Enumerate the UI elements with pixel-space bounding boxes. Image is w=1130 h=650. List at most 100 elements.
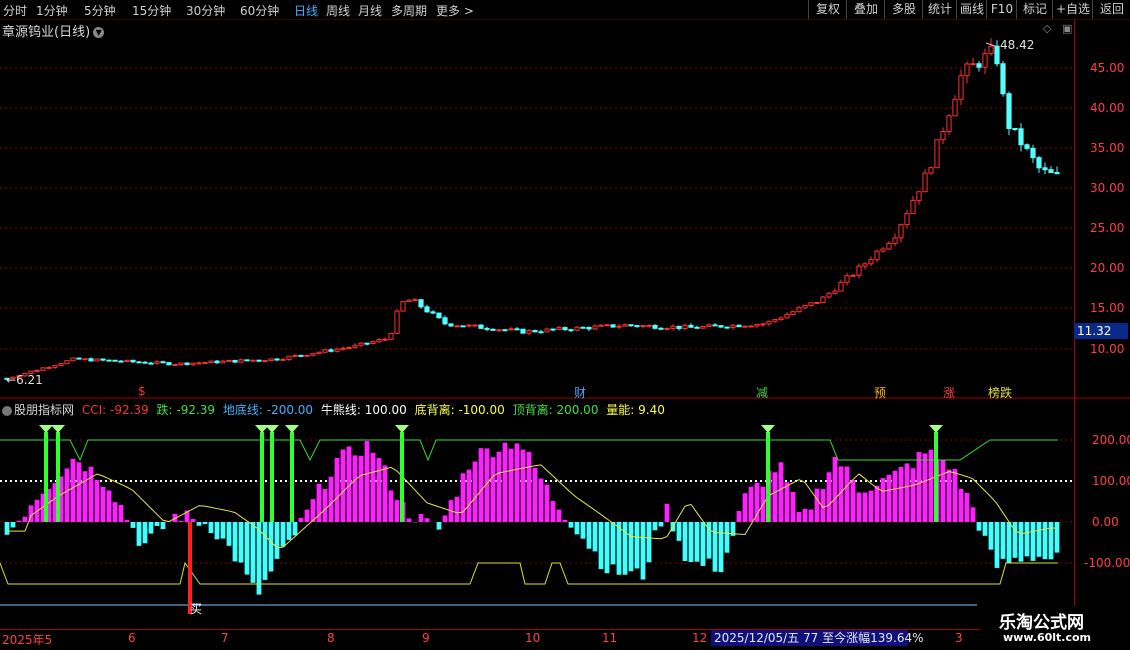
candle-body	[988, 45, 994, 55]
fq-button[interactable]: 复权	[808, 0, 847, 19]
diamond-icon[interactable]: ◇	[1043, 22, 1051, 35]
cci-bar	[496, 451, 502, 522]
candle-body	[934, 139, 940, 169]
settings-icon[interactable]	[2, 405, 12, 416]
cci-bar	[196, 522, 202, 526]
cci-bar	[922, 453, 928, 522]
candle-body	[616, 325, 622, 328]
period-tab-multi[interactable]: 多周期	[391, 2, 427, 19]
candle-body	[292, 354, 298, 357]
period-tab-weekly[interactable]: 周线	[326, 2, 350, 19]
cci-bar	[862, 492, 868, 522]
kline-chart[interactable]	[0, 0, 1130, 650]
event-text: 涨	[943, 386, 956, 400]
period-tab-more[interactable]: 更多 >	[436, 2, 474, 19]
cci-bar	[418, 514, 424, 522]
candle-body	[532, 329, 538, 333]
cci-bar	[256, 522, 262, 595]
cci-bar	[742, 493, 748, 522]
cci-bar	[532, 467, 538, 522]
mark-button[interactable]: 标记	[1016, 0, 1053, 19]
candle-body	[136, 361, 142, 364]
cci-bar	[190, 518, 196, 522]
period-tab-60min[interactable]: 60分钟	[240, 2, 279, 19]
cci-bar	[832, 456, 838, 522]
cci-bar	[556, 509, 562, 522]
event-mark-dollar[interactable]: $	[138, 384, 146, 398]
cci-bar	[976, 522, 982, 531]
cci-bar	[178, 520, 184, 522]
cci-bar	[286, 522, 292, 540]
cci-bar	[58, 476, 64, 522]
cci-bar	[136, 522, 142, 546]
add-watchlist-button[interactable]: +自选	[1052, 0, 1093, 19]
candle-body	[250, 359, 256, 362]
cci-bar	[514, 443, 520, 522]
candle-body	[412, 299, 418, 302]
cci-bar	[568, 522, 574, 528]
date-label: 10	[525, 631, 541, 645]
chevron-down-icon[interactable]: ▼	[93, 27, 105, 38]
cci-bar	[622, 522, 628, 575]
indicator-axis-label: 200.00	[1092, 433, 1130, 447]
event-mark-limit-up[interactable]: 涨	[943, 384, 955, 401]
candle-body	[100, 358, 106, 361]
cci-bar	[10, 522, 16, 528]
window-icon[interactable]: ▣	[1062, 22, 1072, 35]
candle-body	[604, 324, 610, 327]
cci-bar	[22, 516, 28, 522]
period-tab-5min[interactable]: 5分钟	[84, 2, 116, 19]
stats-button[interactable]: 统计	[922, 0, 957, 19]
period-tab-1min[interactable]: 1分钟	[36, 2, 68, 19]
cci-bar	[646, 522, 652, 563]
cci-bar	[28, 505, 34, 522]
candle-body	[580, 326, 586, 329]
cci-bar	[988, 522, 994, 550]
price-grid	[0, 67, 1074, 350]
cci-bar	[64, 468, 70, 522]
period-tab-30min[interactable]: 30分钟	[186, 2, 225, 19]
cci-bar	[334, 457, 340, 522]
period-tab-daily[interactable]: 日线	[294, 2, 318, 19]
cci-bar	[406, 518, 412, 522]
cci-bar	[460, 473, 466, 522]
f10-button[interactable]: F10	[986, 0, 1017, 19]
event-mark-finance[interactable]: 财	[574, 384, 586, 401]
cci-bar	[292, 522, 298, 536]
event-mark-forecast[interactable]: 预	[874, 384, 886, 401]
event-mark-reduce[interactable]: 减	[756, 384, 768, 401]
cci-bar	[970, 507, 976, 522]
candle-body	[550, 328, 556, 331]
candle-body	[1042, 167, 1048, 171]
period-tab-intraday[interactable]: 分时	[3, 2, 27, 19]
price-axis-label: 45.00	[1090, 61, 1125, 75]
back-button[interactable]: 返回	[1092, 0, 1130, 19]
candle-body	[910, 200, 916, 214]
candle-body	[76, 357, 82, 360]
candle-body	[508, 328, 514, 331]
candle-body	[400, 301, 406, 312]
period-tab-monthly[interactable]: 月线	[358, 2, 382, 19]
candle-body	[304, 354, 310, 357]
cci-bar	[160, 522, 166, 530]
price-axis-label: 20.00	[1090, 261, 1125, 275]
candle-body	[166, 362, 172, 366]
candle-body	[1024, 144, 1030, 149]
cci-bar	[838, 466, 844, 522]
indicator-header: 股朋指标网 CCI: -92.39 跌: -92.39 地底线: -200.00…	[2, 401, 669, 418]
draw-button[interactable]: 画线	[956, 0, 987, 19]
sell-signal-icon	[39, 425, 53, 433]
overlay-button[interactable]: 叠加	[846, 0, 885, 19]
candle-body	[724, 326, 730, 329]
candle-body	[358, 342, 364, 346]
cci-bar	[1036, 522, 1042, 557]
candle-body	[892, 237, 898, 244]
candle-body	[880, 248, 886, 252]
cci-bar	[682, 522, 688, 561]
event-mark-list[interactable]: 榜跌	[988, 384, 1012, 401]
multi-stock-button[interactable]: 多股	[884, 0, 923, 19]
cci-bar	[904, 463, 910, 522]
sell-signal-bar	[400, 432, 404, 522]
period-tab-15min[interactable]: 15分钟	[132, 2, 171, 19]
indicator-value-volume: 量能: 9.40	[606, 403, 665, 417]
